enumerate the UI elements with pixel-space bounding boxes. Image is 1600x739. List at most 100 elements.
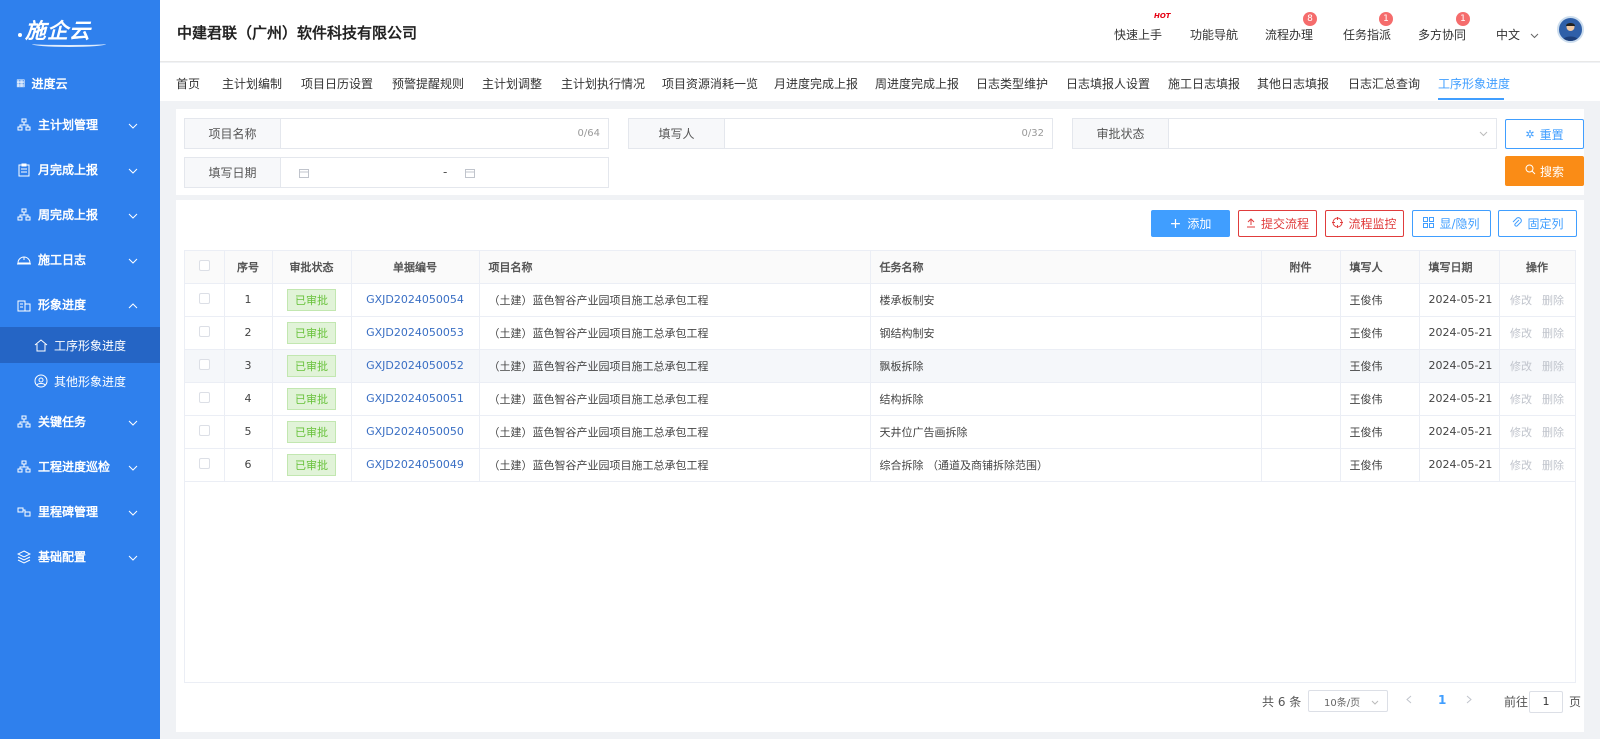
tab-construction-log[interactable]: 施工日志填报 — [1168, 75, 1240, 92]
sidebar-item-key-tasks[interactable]: 关键任务 — [0, 399, 160, 444]
table-panel: + 添加 提交流程 流程监控 显/隐列 固定列 序号 审批状态 单据编号 项目名… — [176, 200, 1584, 732]
tab-home[interactable]: 首页 — [176, 75, 200, 92]
document-code-link[interactable]: GXJD2024050051 — [366, 392, 464, 405]
page-number-current[interactable]: 1 — [1438, 693, 1446, 707]
select-all-cell[interactable] — [185, 251, 225, 284]
sidebar-item-weekly-report[interactable]: 周完成上报 — [0, 192, 160, 237]
task-assign-link[interactable]: 任务指派 1 — [1343, 12, 1393, 43]
edit-button[interactable]: 修改 — [1510, 459, 1532, 472]
submit-flow-button[interactable]: 提交流程 — [1238, 210, 1317, 237]
row-checkbox[interactable] — [198, 292, 210, 304]
fix-columns-button[interactable]: 固定列 — [1498, 210, 1577, 237]
sidebar-item-inspection[interactable]: 工程进度巡检 — [0, 444, 160, 489]
quick-start-link[interactable]: 快速上手 HOT — [1114, 12, 1171, 43]
workflow-link[interactable]: 流程办理 8 — [1265, 12, 1317, 43]
tab-log-summary[interactable]: 日志汇总查询 — [1348, 75, 1420, 92]
sidebar-item-master-plan[interactable]: 主计划管理 — [0, 102, 160, 147]
filler-input[interactable]: 0/32 — [725, 119, 1052, 148]
collaboration-link[interactable]: 多方协同 1 — [1418, 12, 1470, 43]
calendar-icon — [465, 168, 475, 181]
row-checkbox[interactable] — [198, 424, 210, 436]
tab-weekly-progress[interactable]: 周进度完成上报 — [875, 75, 959, 92]
date-range-input[interactable]: - — [281, 158, 608, 187]
add-button[interactable]: + 添加 — [1151, 210, 1230, 237]
tab-process-progress[interactable]: 工序形象进度 — [1438, 75, 1510, 92]
table-row[interactable]: 1 已审批 GXJD2024050054 （土建）蓝色智谷产业园项目施工总承包工… — [185, 283, 1576, 317]
tab-calendar[interactable]: 项目日历设置 — [301, 75, 373, 92]
table-row[interactable]: 6 已审批 GXJD2024050049 （土建）蓝色智谷产业园项目施工总承包工… — [185, 448, 1576, 482]
table-row[interactable]: 4 已审批 GXJD2024050051 （土建）蓝色智谷产业园项目施工总承包工… — [185, 382, 1576, 416]
tab-log-filler[interactable]: 日志填报人设置 — [1066, 75, 1150, 92]
column-header: 附件 — [1261, 251, 1341, 284]
row-checkbox[interactable] — [198, 391, 210, 403]
project-name-cell: （土建）蓝色智谷产业园项目施工总承包工程 — [479, 316, 871, 350]
delete-button[interactable]: 删除 — [1542, 393, 1564, 406]
field-label: 填写人 — [629, 119, 725, 148]
sidebar-item-milestone[interactable]: 里程碑管理 — [0, 489, 160, 534]
data-table: 序号 审批状态 单据编号 项目名称 任务名称 附件 填写人 填写日期 操作 1 … — [184, 250, 1576, 683]
status-badge: 已审批 — [287, 321, 336, 344]
sidebar-item-monthly-report[interactable]: 月完成上报 — [0, 147, 160, 192]
edit-button[interactable]: 修改 — [1510, 294, 1532, 307]
task-name-cell: 结构拆除 — [870, 382, 1262, 416]
sidebar-item-progress-cloud[interactable]: ▦ 进度云 — [0, 64, 160, 102]
project-name-cell: （土建）蓝色智谷产业园项目施工总承包工程 — [479, 382, 871, 416]
row-checkbox[interactable] — [198, 457, 210, 469]
page-size-select[interactable]: 10条/页 — [1308, 690, 1388, 712]
tab-resource-usage[interactable]: 项目资源消耗一览 — [662, 75, 758, 92]
table-row[interactable]: 5 已审批 GXJD2024050050 （土建）蓝色智谷产业园项目施工总承包工… — [185, 415, 1576, 449]
sidebar-item-base-config[interactable]: 基础配置 — [0, 534, 160, 579]
table-row[interactable]: 3 已审批 GXJD2024050052 （土建）蓝色智谷产业园项目施工总承包工… — [185, 349, 1576, 383]
sidebar-item-label: 基础配置 — [38, 550, 87, 564]
edit-button[interactable]: 修改 — [1510, 360, 1532, 373]
next-page-button[interactable] — [1466, 693, 1472, 707]
sidebar-item-label: 进度云 — [31, 76, 68, 91]
delete-button[interactable]: 删除 — [1542, 360, 1564, 373]
language-select[interactable]: 中文 — [1496, 26, 1539, 43]
feature-nav-link[interactable]: 功能导航 — [1190, 26, 1238, 43]
chevron-up-icon — [128, 298, 138, 312]
tab-other-log[interactable]: 其他日志填报 — [1257, 75, 1329, 92]
delete-button[interactable]: 删除 — [1542, 327, 1564, 340]
project-name-input[interactable]: 0/64 — [281, 119, 608, 148]
document-code-link[interactable]: GXJD2024050054 — [366, 293, 464, 306]
goto-page-input[interactable]: 1 — [1529, 691, 1563, 713]
tab-master-plan-edit[interactable]: 主计划编制 — [222, 75, 282, 92]
logo[interactable]: 施企云 — [0, 0, 160, 62]
table-row[interactable]: 2 已审批 GXJD2024050053 （土建）蓝色智谷产业园项目施工总承包工… — [185, 316, 1576, 350]
target-icon — [1332, 216, 1344, 231]
monitor-flow-button[interactable]: 流程监控 — [1325, 210, 1404, 237]
sidebar-item-construction-log[interactable]: 施工日志 — [0, 237, 160, 282]
menu-label: 快速上手 — [1114, 28, 1163, 42]
tab-monthly-progress[interactable]: 月进度完成上报 — [774, 75, 858, 92]
edit-button[interactable]: 修改 — [1510, 426, 1532, 439]
tab-warning-rules[interactable]: 预警提醒规则 — [392, 75, 464, 92]
row-checkbox[interactable] — [198, 358, 210, 370]
document-code-link[interactable]: GXJD2024050052 — [366, 359, 464, 372]
task-name-cell: 综合拆除 （通道及商铺拆除范围） — [870, 448, 1262, 482]
sidebar-subitem-other-progress[interactable]: 其他形象进度 — [0, 363, 160, 399]
prev-page-button[interactable] — [1406, 693, 1412, 707]
tab-plan-execution[interactable]: 主计划执行情况 — [561, 75, 645, 92]
delete-button[interactable]: 删除 — [1542, 426, 1564, 439]
search-button[interactable]: 搜索 — [1505, 156, 1584, 186]
document-code-link[interactable]: GXJD2024050050 — [366, 425, 464, 438]
document-code-link[interactable]: GXJD2024050049 — [366, 458, 464, 471]
tab-log-type[interactable]: 日志类型维护 — [976, 75, 1048, 92]
checkbox[interactable] — [198, 259, 210, 271]
reset-button[interactable]: ✲ 重置 — [1505, 119, 1584, 149]
grid-icon — [1423, 216, 1435, 231]
tab-plan-adjust[interactable]: 主计划调整 — [482, 75, 542, 92]
row-checkbox[interactable] — [198, 325, 210, 337]
edit-button[interactable]: 修改 — [1510, 327, 1532, 340]
delete-button[interactable]: 删除 — [1542, 459, 1564, 472]
status-select[interactable] — [1169, 119, 1496, 148]
delete-button[interactable]: 删除 — [1542, 294, 1564, 307]
document-code-link[interactable]: GXJD2024050053 — [366, 326, 464, 339]
toggle-columns-button[interactable]: 显/隐列 — [1412, 210, 1491, 237]
avatar[interactable] — [1557, 16, 1584, 43]
house-icon — [34, 338, 48, 352]
edit-button[interactable]: 修改 — [1510, 393, 1532, 406]
sidebar-item-image-progress[interactable]: 形象进度 — [0, 282, 160, 327]
sidebar-subitem-process-progress[interactable]: 工序形象进度 — [0, 327, 160, 363]
